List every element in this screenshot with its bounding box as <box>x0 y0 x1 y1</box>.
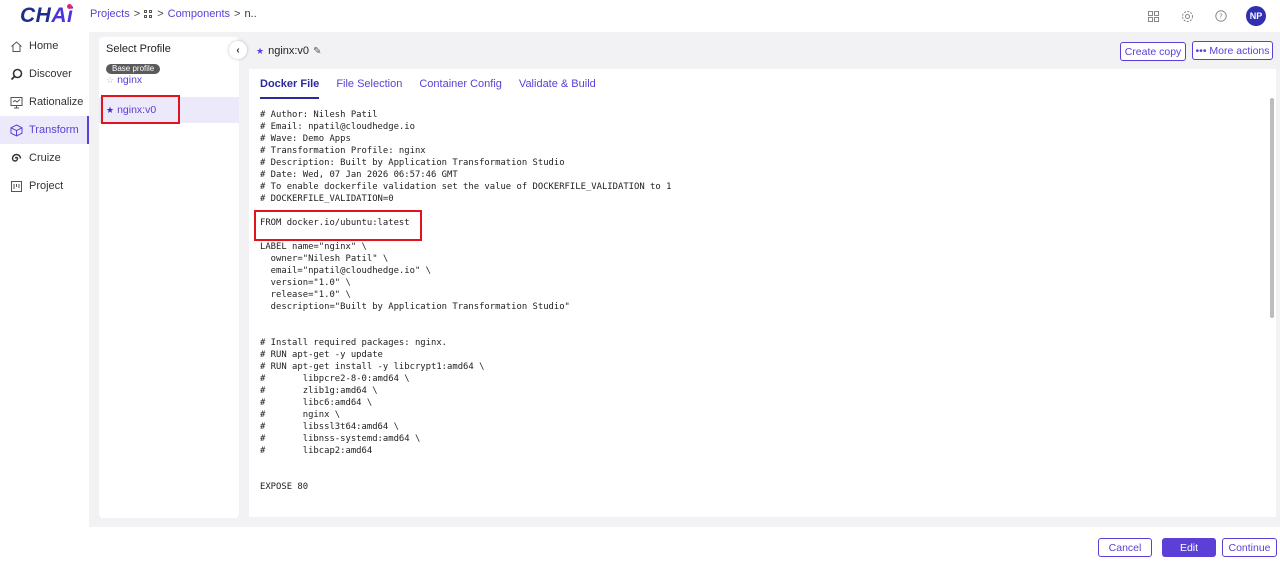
home-icon <box>9 39 23 53</box>
profile-item-label: nginx <box>117 74 143 86</box>
highlight-box-from-line <box>254 210 422 241</box>
nav-label: Cruize <box>29 152 61 164</box>
logo-text-main: CH <box>20 4 52 27</box>
nav-label: Project <box>29 180 64 192</box>
profile-title: nginx:v0 <box>268 45 310 57</box>
cancel-button[interactable]: Cancel <box>1098 538 1152 557</box>
edit-button[interactable]: Edit <box>1162 538 1216 557</box>
tab-validate-build[interactable]: Validate & Build <box>519 69 596 99</box>
monitor-icon <box>9 95 23 109</box>
nav-item-cruize[interactable]: Cruize <box>0 144 89 172</box>
tab-file-selection[interactable]: File Selection <box>336 69 402 99</box>
svg-text:?: ? <box>1219 13 1223 21</box>
top-bar: CHAi Projects > > Components > n.. ? NP <box>0 0 1280 32</box>
profile-title-row: ★ nginx:v0 ✎ <box>256 45 321 57</box>
main-panel: Docker File File Selection Container Con… <box>249 69 1276 517</box>
nav-label: Discover <box>29 68 72 80</box>
scrollbar[interactable] <box>1270 98 1274 318</box>
breadcrumb: Projects > > Components > n.. <box>90 8 257 20</box>
nav-label: Rationalize <box>29 96 84 108</box>
help-circle-icon[interactable]: ? <box>1212 7 1230 25</box>
search-icon <box>9 67 23 81</box>
star-outline-icon: ☆ <box>106 74 115 85</box>
user-avatar[interactable]: NP <box>1246 6 1266 26</box>
tab-bar: Docker File File Selection Container Con… <box>260 69 613 99</box>
nav-label: Home <box>29 40 59 52</box>
nav-item-discover[interactable]: Discover <box>0 60 89 88</box>
spiral-icon <box>9 151 23 165</box>
tab-docker-file[interactable]: Docker File <box>260 69 320 99</box>
breadcrumb-separator: > <box>133 8 141 20</box>
nav-item-project[interactable]: Project <box>0 172 89 200</box>
collapse-panel-button[interactable]: ‹ <box>229 41 247 59</box>
chai-logo[interactable]: CHAi <box>20 4 73 28</box>
breadcrumb-separator: > <box>157 8 164 20</box>
breadcrumb-current: n.. <box>244 8 257 20</box>
dockerfile-content[interactable]: # Author: Nilesh Patil # Email: npatil@c… <box>260 109 1260 493</box>
grid-icon[interactable] <box>144 9 153 19</box>
cube-icon <box>9 123 23 137</box>
create-copy-button[interactable]: Create copy <box>1120 42 1186 61</box>
base-profile-badge: Base profile <box>106 64 161 74</box>
app-root: CHAi Projects > > Components > n.. ? NP … <box>0 0 1280 570</box>
highlight-box-profile <box>101 95 180 124</box>
gear-icon[interactable] <box>1178 7 1196 25</box>
project-icon <box>9 179 23 193</box>
top-icons: ? NP <box>1144 6 1266 26</box>
logo-dot <box>67 4 72 9</box>
breadcrumb-projects[interactable]: Projects <box>90 8 130 20</box>
chevron-left-icon: ‹ <box>236 44 240 56</box>
footer-bar <box>0 527 1280 570</box>
profile-panel-title: Select Profile <box>106 43 171 55</box>
apps-grid-icon[interactable] <box>1144 7 1162 25</box>
tab-container-config[interactable]: Container Config <box>419 69 502 99</box>
continue-button[interactable]: Continue <box>1222 538 1277 557</box>
nav-item-home[interactable]: Home <box>0 32 89 60</box>
more-actions-button[interactable]: ••• More actions <box>1192 41 1273 60</box>
nav-item-rationalize[interactable]: Rationalize <box>0 88 89 116</box>
breadcrumb-components[interactable]: Components <box>168 8 230 20</box>
star-filled-icon: ★ <box>256 45 265 56</box>
left-nav: Home Discover Rationalize Transform Crui… <box>0 32 89 532</box>
nav-item-transform[interactable]: Transform <box>0 116 89 144</box>
nav-label: Transform <box>29 124 79 136</box>
pencil-icon[interactable]: ✎ <box>313 46 321 57</box>
breadcrumb-separator: > <box>234 8 241 20</box>
